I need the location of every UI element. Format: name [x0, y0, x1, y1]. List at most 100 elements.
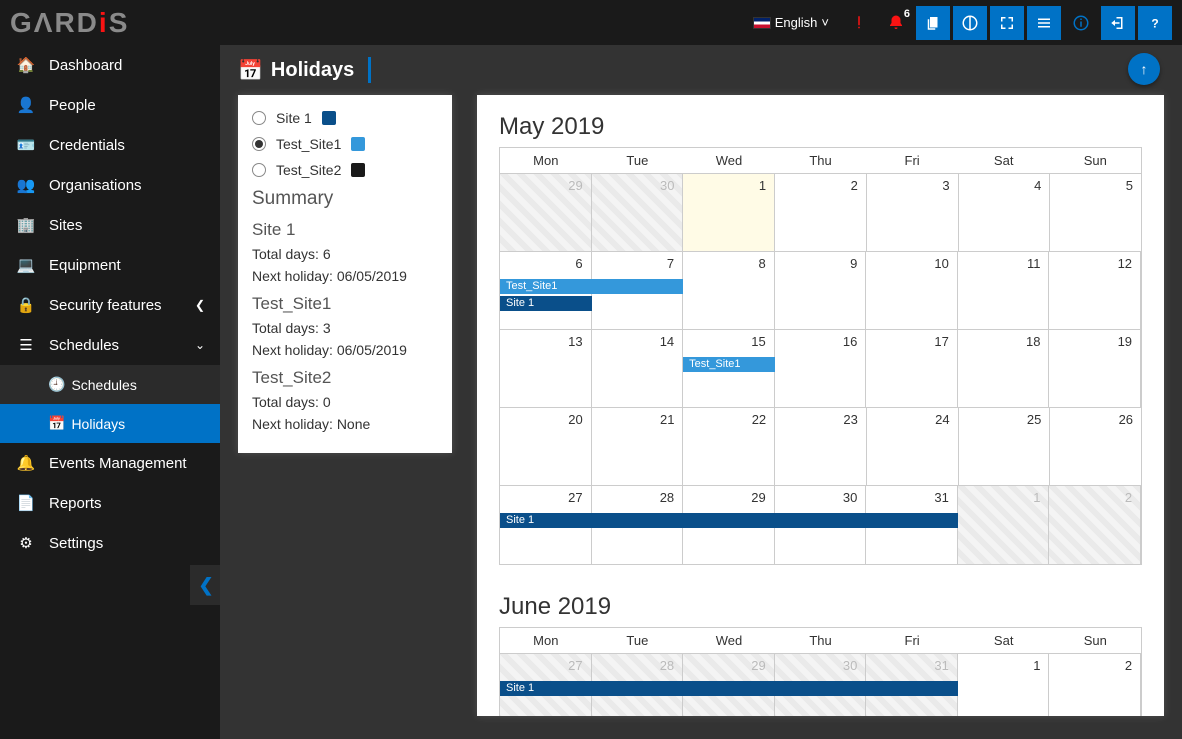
- calendar-cell[interactable]: 1: [958, 654, 1050, 716]
- nav-events[interactable]: 🔔Events Management: [0, 443, 220, 483]
- flag-icon: [753, 17, 771, 29]
- calendar-panel[interactable]: May 2019MonTueWedThuFriSatSun29301234567…: [477, 95, 1164, 716]
- sites-icon: 🏢: [15, 216, 37, 234]
- day-number: 28: [660, 658, 674, 673]
- copy-button[interactable]: [916, 6, 950, 40]
- nav-schedules[interactable]: ☰Schedules⌄: [0, 325, 220, 365]
- calendar-cell[interactable]: 5: [1050, 174, 1141, 251]
- subnav-holidays[interactable]: 📅Holidays: [0, 404, 220, 443]
- color-swatch: [322, 111, 336, 125]
- site-option-2[interactable]: Test_Site2: [252, 162, 438, 178]
- report-icon: 📄: [15, 494, 37, 512]
- alert-button[interactable]: [842, 6, 876, 40]
- calendar-cell[interactable]: 20: [500, 408, 592, 485]
- sidebar-collapse-button[interactable]: ❮: [190, 565, 222, 605]
- calendar-event[interactable]: Site 1: [500, 681, 958, 696]
- calendar-cell[interactable]: 19: [1049, 330, 1141, 407]
- calendar-event[interactable]: Site 1: [500, 513, 958, 528]
- info-button[interactable]: [1064, 6, 1098, 40]
- summary-total: Total days: 0: [252, 394, 438, 410]
- site-option-1[interactable]: Test_Site1: [252, 136, 438, 152]
- summary-site-title: Test_Site2: [252, 368, 438, 388]
- nav-credentials[interactable]: 🪪Credentials: [0, 125, 220, 165]
- nav-settings[interactable]: ⚙Settings: [0, 523, 220, 563]
- day-number: 29: [751, 490, 765, 505]
- content-row: Site 1 Test_Site1 Test_Site2 Summary Sit…: [220, 95, 1182, 734]
- nav-label: Equipment: [49, 257, 121, 274]
- calendar-cell[interactable]: 10: [866, 252, 958, 329]
- clock-icon: 🕘: [48, 376, 65, 393]
- calendar-cell[interactable]: 8: [683, 252, 775, 329]
- day-number: 19: [1118, 334, 1132, 349]
- calendar-week: 272829303112Site 1: [500, 486, 1141, 564]
- day-header: Sat: [958, 628, 1050, 653]
- calendar-cell[interactable]: 11: [958, 252, 1050, 329]
- menu-icon: [1035, 14, 1053, 32]
- calendar-cell[interactable]: 2: [775, 174, 867, 251]
- nav-sites[interactable]: 🏢Sites: [0, 205, 220, 245]
- nav-dashboard[interactable]: 🏠Dashboard: [0, 45, 220, 85]
- calendar-cell[interactable]: 25: [959, 408, 1051, 485]
- day-number: 27: [568, 658, 582, 673]
- calendar-event[interactable]: Site 1: [500, 296, 592, 311]
- day-number: 16: [843, 334, 857, 349]
- day-header: Wed: [683, 628, 775, 653]
- nav-reports[interactable]: 📄Reports: [0, 483, 220, 523]
- fullscreen-button[interactable]: [990, 6, 1024, 40]
- calendar-cell[interactable]: 23: [775, 408, 867, 485]
- language-selector[interactable]: English ˅: [753, 15, 829, 30]
- logout-icon: [1109, 14, 1127, 32]
- nav-organisations[interactable]: 👥Organisations: [0, 165, 220, 205]
- calendar-cell[interactable]: 30: [592, 174, 684, 251]
- summary-next: Next holiday: 06/05/2019: [252, 268, 438, 284]
- calendar-cell[interactable]: 14: [592, 330, 684, 407]
- calendar-cell[interactable]: 18: [958, 330, 1050, 407]
- home-icon: 🏠: [15, 56, 37, 74]
- calendar-cell[interactable]: 24: [867, 408, 959, 485]
- notifications-button[interactable]: 6: [879, 6, 913, 40]
- calendar-cell[interactable]: 17: [866, 330, 958, 407]
- summary-site-title: Site 1: [252, 220, 438, 240]
- help-button[interactable]: ?: [1138, 6, 1172, 40]
- calendar-cell[interactable]: 21: [592, 408, 684, 485]
- calendar-cell[interactable]: 2: [1049, 486, 1141, 564]
- nav-equipment[interactable]: 💻Equipment: [0, 245, 220, 285]
- day-number: 29: [751, 658, 765, 673]
- gear-icon: ⚙: [15, 534, 37, 552]
- calendar-cell[interactable]: 12: [1049, 252, 1141, 329]
- scroll-top-button[interactable]: ↑: [1128, 53, 1160, 85]
- chevron-left-icon: ❮: [195, 298, 205, 312]
- calendar-event[interactable]: Test_Site1: [683, 357, 775, 372]
- calendar-cell[interactable]: 22: [683, 408, 775, 485]
- schedule-icon: ☰: [15, 336, 37, 354]
- calendar-cell[interactable]: 1: [958, 486, 1050, 564]
- sites-panel: Site 1 Test_Site1 Test_Site2 Summary Sit…: [238, 95, 452, 453]
- logout-button[interactable]: [1101, 6, 1135, 40]
- calendar-cell[interactable]: 9: [775, 252, 867, 329]
- lock-icon: 🔒: [15, 296, 37, 314]
- day-number: 5: [1126, 178, 1133, 193]
- day-number: 12: [1118, 256, 1132, 271]
- day-number: 21: [660, 412, 674, 427]
- contrast-button[interactable]: [953, 6, 987, 40]
- calendar-cell[interactable]: 4: [959, 174, 1051, 251]
- day-header: Wed: [683, 148, 775, 173]
- calendar-cell[interactable]: 16: [775, 330, 867, 407]
- site-option-0[interactable]: Site 1: [252, 110, 438, 126]
- calendar-cell[interactable]: 29: [500, 174, 592, 251]
- day-number: 30: [843, 490, 857, 505]
- subnav-schedules[interactable]: 🕘Schedules: [0, 365, 220, 404]
- calendar-cell[interactable]: 13: [500, 330, 592, 407]
- menu-button[interactable]: [1027, 6, 1061, 40]
- calendar-cell[interactable]: 1: [683, 174, 775, 251]
- day-number: 29: [568, 178, 582, 193]
- calendar-cell[interactable]: 26: [1050, 408, 1141, 485]
- main-content: 📅 Holidays ↑ Site 1 Test_Site1 Test_Site…: [220, 45, 1182, 739]
- calendar-icon: 📅: [238, 58, 263, 83]
- nav-security[interactable]: 🔒Security features❮: [0, 285, 220, 325]
- calendar-event[interactable]: Test_Site1: [500, 279, 683, 294]
- nav-people[interactable]: 👤People: [0, 85, 220, 125]
- calendar-cell[interactable]: 3: [867, 174, 959, 251]
- radio-icon: [252, 137, 266, 151]
- calendar-cell[interactable]: 2: [1049, 654, 1141, 716]
